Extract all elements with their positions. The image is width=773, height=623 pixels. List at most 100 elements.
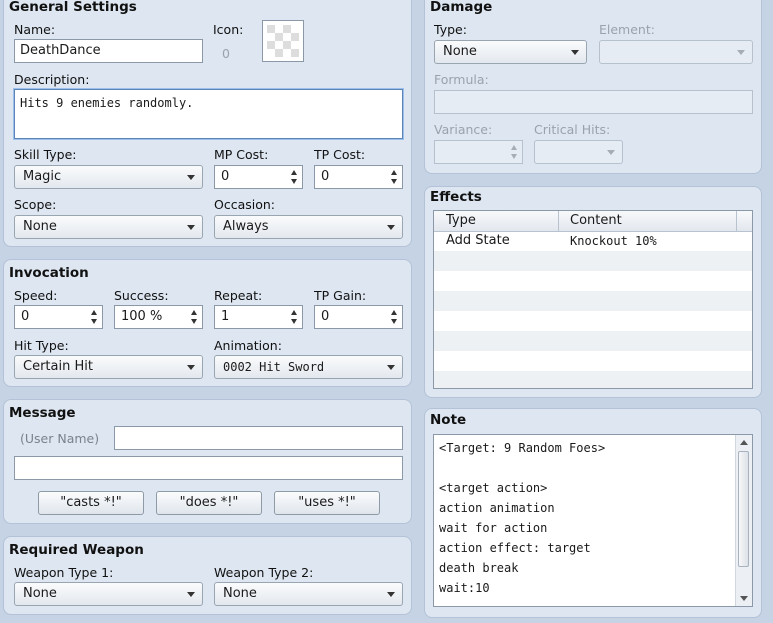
does-button[interactable]: "does *!" <box>156 491 262 515</box>
icon-picker[interactable] <box>262 20 304 62</box>
note-line: wait:10 <box>439 581 490 595</box>
chevron-down-icon <box>607 150 615 155</box>
table-row[interactable] <box>434 251 752 271</box>
scroll-thumb[interactable] <box>738 451 749 567</box>
name-field[interactable]: DeathDance <box>14 39 203 63</box>
invocation-title: Invocation <box>9 265 89 281</box>
note-line: death break <box>439 561 519 575</box>
animation-label: Animation: <box>214 338 282 353</box>
element-select[interactable] <box>599 40 753 64</box>
variance-stepper[interactable] <box>434 140 523 164</box>
speed-label: Speed: <box>14 288 58 303</box>
general-settings-title: General Settings <box>9 0 137 15</box>
message-line1-field[interactable] <box>114 426 403 450</box>
icon-index: 0 <box>222 46 230 61</box>
success-stepper[interactable]: 100 % <box>114 305 203 329</box>
damage-type-value: None <box>443 44 477 59</box>
increment-icon[interactable] <box>391 170 397 175</box>
note-textarea[interactable]: <Target: 9 Random Foes> <target action> … <box>433 434 753 607</box>
uses-button[interactable]: "uses *!" <box>274 491 380 515</box>
weapon-type2-label: Weapon Type 2: <box>214 565 314 580</box>
table-row[interactable] <box>434 371 752 388</box>
effects-table-header: Type Content <box>434 211 752 232</box>
damage-type-select[interactable]: None <box>434 40 587 64</box>
name-value: DeathDance <box>20 43 101 58</box>
element-label: Element: <box>599 22 655 37</box>
scope-select[interactable]: None <box>14 215 203 239</box>
increment-icon[interactable] <box>191 310 197 315</box>
weapon-type2-select[interactable]: None <box>214 582 403 606</box>
mp-cost-label: MP Cost: <box>214 147 269 162</box>
table-row[interactable]: Add State Knockout 10% <box>434 231 752 251</box>
skill-type-select[interactable]: Magic <box>14 165 203 189</box>
weapon-type1-value: None <box>23 586 57 601</box>
hit-type-select[interactable]: Certain Hit <box>14 355 203 379</box>
effects-table[interactable]: Type Content Add State Knockout 10% <box>433 210 753 389</box>
effects-col-type[interactable]: Type <box>446 213 476 228</box>
increment-icon[interactable] <box>291 170 297 175</box>
animation-value: 0002 Hit Sword <box>223 360 325 374</box>
damage-type-label: Type: <box>434 22 467 37</box>
speed-stepper[interactable]: 0 <box>14 305 103 329</box>
effect-content-cell: Knockout 10% <box>570 234 657 248</box>
critical-hits-select[interactable] <box>534 140 623 164</box>
table-row[interactable] <box>434 331 752 351</box>
speed-value: 0 <box>21 309 30 324</box>
effects-panel: Effects Type Content Add State Knockout … <box>424 186 762 398</box>
success-value: 100 % <box>121 309 163 324</box>
variance-label: Variance: <box>434 122 493 137</box>
chevron-down-icon <box>187 225 195 230</box>
note-scrollbar[interactable] <box>735 435 752 606</box>
table-row[interactable] <box>434 311 752 331</box>
table-row[interactable] <box>434 351 752 371</box>
decrement-icon[interactable] <box>511 154 517 159</box>
tp-gain-label: TP Gain: <box>314 288 367 303</box>
description-field[interactable]: Hits 9 enemies randomly. <box>14 89 403 139</box>
weapon-type1-select[interactable]: None <box>14 582 203 606</box>
repeat-label: Repeat: <box>214 288 263 303</box>
decrement-icon[interactable] <box>391 179 397 184</box>
damage-title: Damage <box>430 0 493 15</box>
scroll-up-icon[interactable] <box>740 440 748 445</box>
increment-icon[interactable] <box>511 145 517 150</box>
decrement-icon[interactable] <box>291 179 297 184</box>
mp-cost-stepper[interactable]: 0 <box>214 165 303 189</box>
decrement-icon[interactable] <box>91 319 97 324</box>
tp-gain-value: 0 <box>321 309 330 324</box>
casts-button[interactable]: "casts *!" <box>38 491 144 515</box>
effects-col-content[interactable]: Content <box>570 213 622 228</box>
increment-icon[interactable] <box>291 310 297 315</box>
animation-select[interactable]: 0002 Hit Sword <box>214 355 403 379</box>
occasion-select[interactable]: Always <box>214 215 403 239</box>
occasion-value: Always <box>223 219 269 234</box>
chevron-down-icon <box>387 365 395 370</box>
hit-type-value: Certain Hit <box>23 359 93 374</box>
table-row[interactable] <box>434 271 752 291</box>
tp-cost-stepper[interactable]: 0 <box>314 165 403 189</box>
decrement-icon[interactable] <box>191 319 197 324</box>
weapon-type1-label: Weapon Type 1: <box>14 565 114 580</box>
general-settings-panel: General Settings Name: DeathDance Icon: … <box>3 0 412 247</box>
tp-cost-label: TP Cost: <box>314 147 366 162</box>
scroll-down-icon[interactable] <box>740 596 748 601</box>
formula-field[interactable] <box>434 90 753 114</box>
increment-icon[interactable] <box>91 310 97 315</box>
message-line2-field[interactable] <box>14 456 403 480</box>
scope-value: None <box>23 219 57 234</box>
description-label: Description: <box>14 72 90 87</box>
repeat-stepper[interactable]: 1 <box>214 305 303 329</box>
user-name-label: (User Name) <box>20 431 100 446</box>
chevron-down-icon <box>187 365 195 370</box>
column-divider <box>736 211 737 231</box>
weapon-type2-value: None <box>223 586 257 601</box>
skill-type-value: Magic <box>23 169 62 184</box>
decrement-icon[interactable] <box>391 319 397 324</box>
tp-gain-stepper[interactable]: 0 <box>314 305 403 329</box>
increment-icon[interactable] <box>391 310 397 315</box>
note-line: <target action> <box>439 481 548 495</box>
table-row[interactable] <box>434 291 752 311</box>
decrement-icon[interactable] <box>291 319 297 324</box>
chevron-down-icon <box>187 175 195 180</box>
note-line: <Target: 9 Random Foes> <box>439 441 606 455</box>
critical-hits-label: Critical Hits: <box>534 122 611 137</box>
